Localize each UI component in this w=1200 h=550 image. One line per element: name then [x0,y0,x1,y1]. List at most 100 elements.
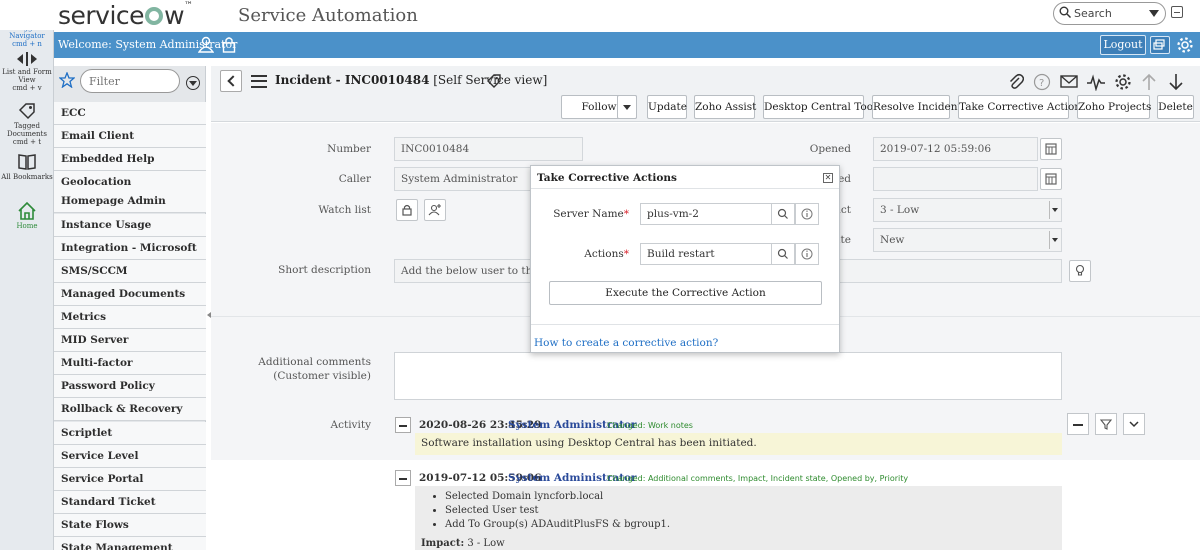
lock-icon[interactable] [222,36,236,53]
rail-shortcut: cmd + t [12,138,42,146]
nav-item[interactable]: Homepage Admin [54,190,206,213]
global-search[interactable]: Search [1053,2,1166,25]
collapse-all-button[interactable] [1067,413,1089,435]
activity-menu-button[interactable] [1123,413,1145,435]
delete-button[interactable]: Delete [1157,95,1194,119]
nav-item[interactable]: State Flows [54,514,206,537]
close-icon[interactable]: ✕ [823,173,833,183]
nav-item[interactable]: Metrics [54,306,206,329]
collapse-entry-button[interactable] [395,417,411,433]
additional-comments-textarea[interactable] [394,352,1062,400]
help-icon[interactable]: ? [1033,73,1051,91]
collapse-entry-button[interactable] [395,470,411,486]
filter-activity-button[interactable] [1095,413,1117,435]
nav-item[interactable]: Standard Ticket [54,491,206,514]
help-link[interactable]: How to create a corrective action? [534,337,718,349]
desktop-central-tools-button[interactable]: Desktop Central Tools [763,95,882,119]
window-icon[interactable] [1150,36,1170,54]
app-rail: Toggle Navigator cmd + n List and Form V… [0,0,54,550]
actions-label-text: Actions [584,248,624,260]
corrective-actions-dialog: Take Corrective Actions ✕ Server Name* p… [530,165,840,353]
additional-comments-label: Additional comments (Customer visible) [258,356,371,382]
nav-item[interactable]: SMS/SCCM [54,260,206,283]
nav-item[interactable]: ECC [54,102,206,125]
nav-item[interactable]: Integration - Microsoft [54,237,206,260]
split-view-icon [17,52,37,66]
filter-input[interactable] [89,71,179,91]
activity-label: Activity [330,419,371,431]
nav-item[interactable]: Password Policy [54,375,206,398]
activity-pulse-icon[interactable] [1087,73,1105,91]
server-name-input[interactable]: plus-vm-2 [640,203,772,225]
update-button[interactable]: Update [647,95,687,119]
nav-item[interactable]: Managed Documents [54,283,206,306]
suggestion-button[interactable] [1069,260,1091,282]
chevron-down-icon[interactable] [1149,10,1159,17]
logout-button[interactable]: Logout [1100,35,1146,55]
nav-item[interactable]: Scriptlet [54,422,206,445]
search-icon [777,248,788,259]
nav-item[interactable]: MID Server [54,329,206,352]
arrow-down-icon[interactable] [1168,73,1184,91]
lock-icon [402,204,412,216]
nav-item[interactable]: Rollback & Recovery [54,398,206,421]
server-info-button[interactable] [795,203,819,225]
settings-gear-icon[interactable] [1114,73,1132,91]
nav-item[interactable]: Instance Usage [54,214,206,237]
paperclip-icon[interactable] [1008,73,1024,91]
navigator-menu-icon[interactable] [186,76,200,90]
tag-icon[interactable] [486,73,502,89]
nav-item[interactable]: Email Client [54,125,206,148]
minimize-icon[interactable] [1171,6,1183,18]
caller-label: Caller [338,173,371,185]
watch-list-lock-button[interactable] [396,199,418,221]
impact-change-label: Impact: [421,538,465,549]
calendar-icon [1045,173,1057,185]
rail-label: Home [16,222,38,230]
back-button[interactable] [220,70,242,92]
server-lookup-button[interactable] [771,203,795,225]
nav-item[interactable]: State Management [54,537,206,550]
opened-field: 2019-07-12 05:59:06 [873,137,1038,161]
execute-corrective-action-button[interactable]: Execute the Corrective Action [549,281,822,305]
closed-field [873,167,1038,191]
chevron-down-icon [1049,231,1059,249]
actions-input[interactable]: Build restart [640,243,772,265]
all-bookmarks-button[interactable]: All Bookmarks [0,153,54,181]
tagged-documents-button[interactable]: Tagged Documents cmd + t [0,102,54,146]
resolve-incident-button[interactable]: Resolve Incident [872,95,962,119]
impact-value: 3 - Low [880,204,920,216]
actions-label: Actions* [551,248,629,260]
nav-item[interactable]: Service Portal [54,468,206,491]
star-icon[interactable] [59,72,75,88]
actions-info-button[interactable] [795,243,819,265]
rail-label: List and Form View [2,68,52,84]
home-button[interactable]: Home [0,202,54,230]
number-label: Number [327,143,371,155]
add-me-button[interactable] [424,199,446,221]
gear-icon[interactable] [1176,36,1194,54]
zoho-assist-button[interactable]: Zoho Assist [694,95,756,119]
zoho-projects-button[interactable]: Zoho Projects [1077,95,1151,119]
closed-calendar-button[interactable] [1040,168,1062,190]
dialog-divider [531,324,839,325]
context-menu-icon[interactable] [251,75,267,88]
nav-item[interactable]: Service Level Management [54,445,206,484]
nav-item[interactable]: Embedded Help [54,148,206,171]
rail-shortcut: cmd + v [12,84,42,92]
minus-icon [1073,424,1083,426]
impact-change: Impact: 3 - Low [421,538,1062,549]
arrow-up-icon[interactable] [1141,73,1157,91]
state-select[interactable]: New [873,228,1062,252]
user-icon[interactable] [198,36,214,53]
actions-lookup-button[interactable] [771,243,795,265]
opened-calendar-button[interactable] [1040,138,1062,160]
navigator-filter[interactable] [80,69,180,93]
lightbulb-icon [1075,264,1085,276]
impact-select[interactable]: 3 - Low [873,198,1062,222]
list-form-view-button[interactable]: List and Form View cmd + v [0,52,54,92]
nav-item[interactable]: Multi-factor Authentication [54,352,206,391]
follow-dropdown-button[interactable] [617,95,637,119]
email-icon[interactable] [1060,73,1078,89]
take-corrective-actions-button[interactable]: Take Corrective Actions [958,95,1086,119]
